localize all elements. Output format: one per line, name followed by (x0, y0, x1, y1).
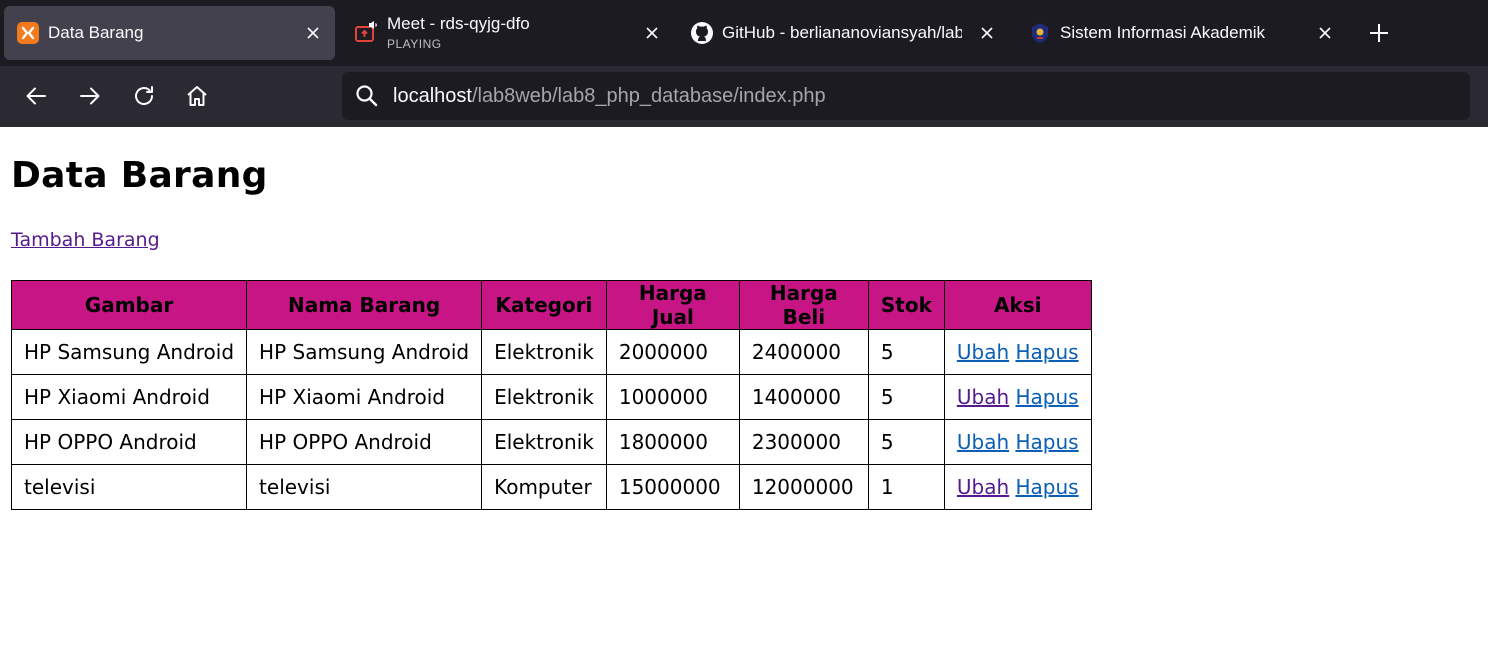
cell-gambar: HP OPPO Android (10, 419, 248, 465)
cell-gambar: HP Xiaomi Android (10, 374, 248, 420)
cell-kategori: Komputer (481, 464, 607, 510)
close-tab-icon[interactable] (301, 21, 325, 45)
cell-stok: 5 (867, 419, 945, 465)
cell-nama-barang: HP OPPO Android (246, 419, 483, 465)
tambah-barang-link[interactable]: Tambah Barang (11, 229, 160, 251)
tab-meet[interactable]: Meet - rds-qyjg-dfo PLAYING (343, 6, 674, 60)
reload-icon (135, 86, 153, 105)
data-barang-table: Gambar Nama Barang Kategori Harga Jual H… (10, 280, 1092, 510)
url-text[interactable]: localhost/lab8web/lab8_php_database/inde… (393, 72, 826, 120)
hapus-link[interactable]: Hapus (1016, 385, 1079, 409)
column-header-harga-beli: Harga Beli (738, 280, 869, 330)
tab-title: Sistem Informasi Akademik (1060, 23, 1266, 42)
cell-aksi: Ubah Hapus (943, 464, 1092, 510)
ubah-link[interactable]: Ubah (957, 385, 1009, 409)
ubah-link[interactable]: Ubah (957, 340, 1009, 364)
cell-harga-beli: 2300000 (738, 419, 869, 465)
column-header-harga-jual: Harga Jual (605, 280, 740, 330)
hapus-link[interactable]: Hapus (1016, 430, 1079, 454)
url-path: /lab8web/lab8_php_database/index.php (471, 85, 826, 107)
cell-harga-beli: 12000000 (738, 464, 869, 510)
cell-kategori: Elektronik (481, 374, 607, 420)
column-header-stok: Stok (867, 280, 945, 330)
column-header-nama-barang: Nama Barang (246, 280, 483, 330)
tab-title: GitHub - berliananoviansyah/lab (722, 23, 962, 42)
table-header-row: Gambar Nama Barang Kategori Harga Jual H… (10, 280, 1092, 330)
back-button[interactable] (20, 80, 52, 112)
cell-aksi: Ubah Hapus (943, 419, 1092, 465)
cell-nama-barang: televisi (246, 464, 483, 510)
reload-button[interactable] (128, 80, 160, 112)
university-logo-icon (1028, 21, 1052, 45)
cell-gambar: HP Samsung Android (10, 329, 248, 375)
cell-stok: 5 (867, 374, 945, 420)
plus-icon (1370, 24, 1388, 42)
cell-stok: 1 (867, 464, 945, 510)
table-row: televisi televisi Komputer 15000000 1200… (10, 464, 1092, 510)
cell-aksi: Ubah Hapus (943, 374, 1092, 420)
cell-kategori: Elektronik (481, 329, 607, 375)
arrow-right-icon (80, 87, 100, 105)
navigation-toolbar: localhost/lab8web/lab8_php_database/inde… (0, 66, 1488, 127)
column-header-gambar: Gambar (10, 280, 248, 330)
xampp-icon (16, 21, 40, 45)
ubah-link[interactable]: Ubah (957, 475, 1009, 499)
tab-title: Data Barang (48, 23, 144, 42)
cell-aksi: Ubah Hapus (943, 329, 1092, 375)
hapus-link[interactable]: Hapus (1016, 475, 1079, 499)
home-icon (187, 86, 207, 106)
cell-stok: 5 (867, 329, 945, 375)
cell-nama-barang: HP Samsung Android (246, 329, 483, 375)
arrow-left-icon (26, 87, 46, 105)
table-row: HP OPPO Android HP OPPO Android Elektron… (10, 419, 1092, 465)
page-title: Data Barang (11, 155, 268, 196)
page-content: Data Barang Tambah Barang Gambar Nama Ba… (0, 127, 1488, 657)
address-bar[interactable]: localhost/lab8web/lab8_php_database/inde… (342, 72, 1470, 120)
github-icon (690, 21, 714, 45)
column-header-aksi: Aksi (943, 280, 1092, 330)
home-button[interactable] (181, 80, 213, 112)
url-host: localhost (393, 85, 472, 107)
tab-strip: Data Barang Meet - rds-qyjg-dfo PLAYING (0, 0, 1488, 66)
tab-github[interactable]: GitHub - berliananoviansyah/lab (678, 6, 1009, 60)
column-header-kategori: Kategori (481, 280, 607, 330)
tab-data-barang[interactable]: Data Barang (4, 6, 335, 60)
forward-button[interactable] (74, 80, 106, 112)
cell-kategori: Elektronik (481, 419, 607, 465)
table-row: HP Samsung Android HP Samsung Android El… (10, 329, 1092, 375)
cell-nama-barang: HP Xiaomi Android (246, 374, 483, 420)
cell-harga-beli: 2400000 (738, 329, 869, 375)
cell-harga-beli: 1400000 (738, 374, 869, 420)
tab-sistem-informasi[interactable]: Sistem Informasi Akademik (1016, 6, 1347, 60)
table-row: HP Xiaomi Android HP Xiaomi Android Elek… (10, 374, 1092, 420)
meet-icon (355, 21, 379, 45)
close-tab-icon[interactable] (640, 21, 664, 45)
close-tab-icon[interactable] (975, 21, 999, 45)
new-tab-button[interactable] (1366, 20, 1392, 46)
cell-harga-jual: 2000000 (605, 329, 740, 375)
close-tab-icon[interactable] (1313, 21, 1337, 45)
tab-title: Meet - rds-qyjg-dfo (387, 14, 530, 33)
hapus-link[interactable]: Hapus (1016, 340, 1079, 364)
cell-harga-jual: 15000000 (605, 464, 740, 510)
search-icon (354, 83, 380, 109)
ubah-link[interactable]: Ubah (957, 430, 1009, 454)
cell-gambar: televisi (10, 464, 248, 510)
cell-harga-jual: 1000000 (605, 374, 740, 420)
cell-harga-jual: 1800000 (605, 419, 740, 465)
tab-playing-label: PLAYING (387, 37, 442, 51)
